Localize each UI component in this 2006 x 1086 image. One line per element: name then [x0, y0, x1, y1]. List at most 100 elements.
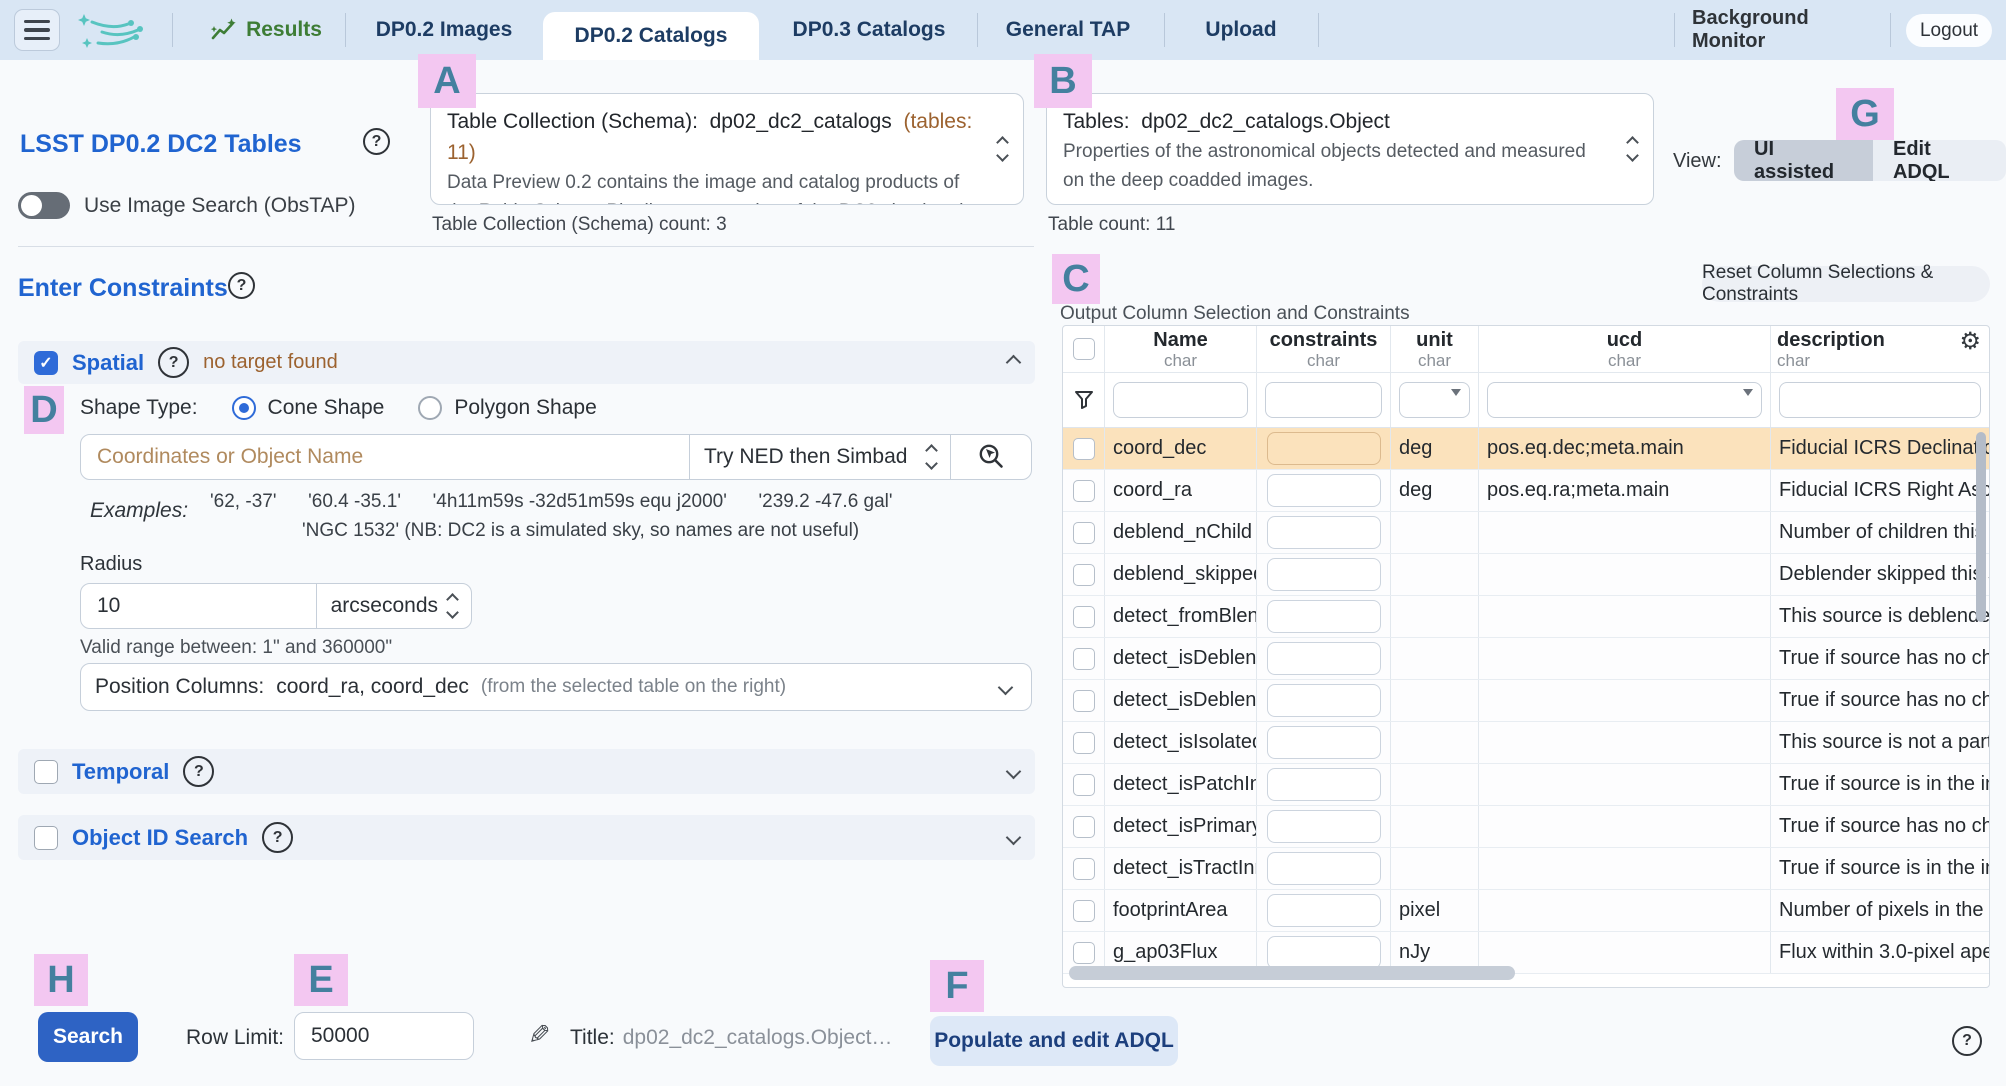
column-unit-cell	[1391, 554, 1479, 595]
constraint-input[interactable]	[1266, 852, 1381, 885]
temporal-expand-icon[interactable]	[1005, 763, 1022, 780]
table-row[interactable]: detect_isTractInner True if source is in…	[1063, 848, 1989, 890]
table-row[interactable]: detect_isPatchInner True if source is in…	[1063, 764, 1989, 806]
tables-spinner-icon[interactable]	[1626, 136, 1639, 162]
temporal-checkbox[interactable]	[34, 759, 58, 784]
table-row[interactable]: coord_dec deg pos.eq.dec;meta.main Fiduc…	[1063, 428, 1989, 470]
firefly-logo[interactable]	[76, 10, 152, 52]
table-row[interactable]: deblend_skipped Deblender skipped this s…	[1063, 554, 1989, 596]
row-checkbox[interactable]	[1072, 899, 1095, 922]
search-button[interactable]: Search	[38, 1012, 138, 1062]
constraint-input[interactable]	[1266, 726, 1381, 759]
table-row[interactable]: detect_fromBlend This source is deblende…	[1063, 596, 1989, 638]
constraint-input[interactable]	[1266, 768, 1381, 801]
description-filter-input[interactable]	[1779, 382, 1981, 418]
row-checkbox[interactable]	[1072, 479, 1095, 502]
unit-filter-select[interactable]	[1399, 382, 1470, 418]
column-ucd-cell: pos.eq.dec;meta.main	[1479, 428, 1771, 469]
footer-help-icon[interactable]: ?	[1952, 1026, 1982, 1056]
constraint-input[interactable]	[1266, 474, 1381, 507]
row-limit-input[interactable]	[309, 1023, 459, 1049]
radius-unit-select[interactable]: arcseconds	[317, 584, 471, 628]
tab-dp03-catalogs[interactable]: DP0.3 Catalogs	[784, 0, 954, 60]
constraint-input[interactable]	[1266, 936, 1381, 969]
tab-general-tap[interactable]: General TAP	[992, 0, 1144, 60]
row-checkbox[interactable]	[1072, 731, 1095, 754]
row-checkbox[interactable]	[1072, 437, 1095, 460]
constraint-input[interactable]	[1266, 432, 1381, 465]
column-ucd-cell	[1479, 722, 1771, 763]
row-checkbox[interactable]	[1072, 605, 1095, 628]
view-edit-adql-button[interactable]: Edit ADQL	[1872, 140, 2006, 181]
row-checkbox[interactable]	[1072, 521, 1095, 544]
constraint-input[interactable]	[1266, 810, 1381, 843]
horizontal-scrollbar[interactable]	[1069, 966, 1515, 980]
ucd-filter-select[interactable]	[1487, 382, 1762, 418]
constraint-input[interactable]	[1266, 642, 1381, 675]
tables-select[interactable]: Tables: dp02_dc2_catalogs.Object Propert…	[1046, 93, 1654, 205]
constraint-input[interactable]	[1266, 558, 1381, 591]
table-row[interactable]: detect_isPrimary True if source has no c…	[1063, 806, 1989, 848]
resolver-select[interactable]: Try NED then Simbad	[690, 435, 950, 479]
spatial-checkbox[interactable]: ✓	[34, 350, 58, 375]
spatial-section-header[interactable]: ✓ Spatial ? no target found	[18, 341, 1035, 384]
cone-shape-radio[interactable]: Cone Shape	[231, 396, 384, 420]
tab-results[interactable]: Results	[196, 0, 336, 60]
tab-dp02-catalogs[interactable]: DP0.2 Catalogs	[543, 12, 759, 60]
table-row[interactable]: detect_isDeblendedSource True if source …	[1063, 638, 1989, 680]
table-row[interactable]: deblend_nChild Number of children this o…	[1063, 512, 1989, 554]
column-unit-cell	[1391, 764, 1479, 805]
object-id-section-header[interactable]: Object ID Search ?	[18, 815, 1035, 860]
spatial-collapse-icon[interactable]	[1005, 354, 1022, 371]
vertical-scrollbar[interactable]	[1976, 432, 1986, 622]
column-table-body: coord_dec deg pos.eq.dec;meta.main Fiduc…	[1063, 428, 1989, 974]
row-checkbox[interactable]	[1072, 815, 1095, 838]
constraints-help-icon[interactable]: ?	[228, 272, 255, 299]
table-row[interactable]: footprintArea pixel Number of pixels in …	[1063, 890, 1989, 932]
constraint-input[interactable]	[1266, 684, 1381, 717]
object-id-expand-icon[interactable]	[1005, 829, 1022, 846]
row-checkbox[interactable]	[1072, 941, 1095, 964]
table-row[interactable]: detect_isDeblendedModelSource True if so…	[1063, 680, 1989, 722]
select-all-checkbox[interactable]	[1072, 338, 1095, 360]
table-collection-select[interactable]: Table Collection (Schema): dp02_dc2_cata…	[430, 93, 1024, 205]
table-settings-gear-icon[interactable]: ⚙	[1959, 330, 1981, 354]
collection-spinner-icon[interactable]	[996, 136, 1009, 162]
reset-columns-button[interactable]: Reset Column Selections & Constraints	[1702, 262, 1990, 305]
temporal-help-icon[interactable]: ?	[183, 756, 215, 787]
polygon-shape-radio[interactable]: Polygon Shape	[418, 396, 597, 420]
resolve-search-button[interactable]	[951, 435, 1031, 479]
row-checkbox[interactable]	[1072, 689, 1095, 712]
view-ui-assisted-button[interactable]: UI assisted	[1734, 140, 1873, 181]
row-checkbox[interactable]	[1072, 563, 1095, 586]
temporal-section-header[interactable]: Temporal ?	[18, 749, 1035, 794]
constraint-input[interactable]	[1266, 894, 1381, 927]
row-checkbox[interactable]	[1072, 857, 1095, 880]
name-filter-input[interactable]	[1113, 382, 1248, 418]
table-row[interactable]: coord_ra deg pos.eq.ra;meta.main Fiducia…	[1063, 470, 1989, 512]
row-checkbox[interactable]	[1072, 647, 1095, 670]
spatial-help-icon[interactable]: ?	[158, 347, 190, 378]
constraint-input[interactable]	[1266, 600, 1381, 633]
coordinates-input[interactable]	[95, 444, 675, 470]
image-search-toggle[interactable]	[18, 192, 70, 219]
object-id-help-icon[interactable]: ?	[262, 822, 294, 853]
radius-input[interactable]	[95, 593, 302, 619]
annotation-h: H	[34, 954, 88, 1006]
row-checkbox[interactable]	[1072, 773, 1095, 796]
hamburger-menu-button[interactable]	[14, 9, 60, 51]
table-row[interactable]: detect_isIsolated This source is not a p…	[1063, 722, 1989, 764]
position-columns-expander[interactable]: Position Columns: coord_ra, coord_dec (f…	[80, 663, 1032, 711]
object-id-checkbox[interactable]	[34, 825, 58, 850]
filter-funnel-icon[interactable]	[1073, 389, 1095, 411]
edit-title-pencil-icon[interactable]: ✎	[528, 1020, 551, 1051]
dropdown-caret-icon	[1743, 389, 1753, 401]
tables-help-icon[interactable]: ?	[363, 128, 390, 155]
tab-upload[interactable]: Upload	[1180, 0, 1302, 60]
background-monitor-button[interactable]: Background Monitor	[1692, 0, 1872, 60]
constraint-input[interactable]	[1266, 516, 1381, 549]
tab-dp02-images[interactable]: DP0.2 Images	[360, 0, 528, 60]
constraints-filter-input[interactable]	[1265, 382, 1382, 418]
logout-button[interactable]: Logout	[1906, 14, 1992, 47]
populate-adql-button[interactable]: Populate and edit ADQL	[930, 1016, 1178, 1066]
